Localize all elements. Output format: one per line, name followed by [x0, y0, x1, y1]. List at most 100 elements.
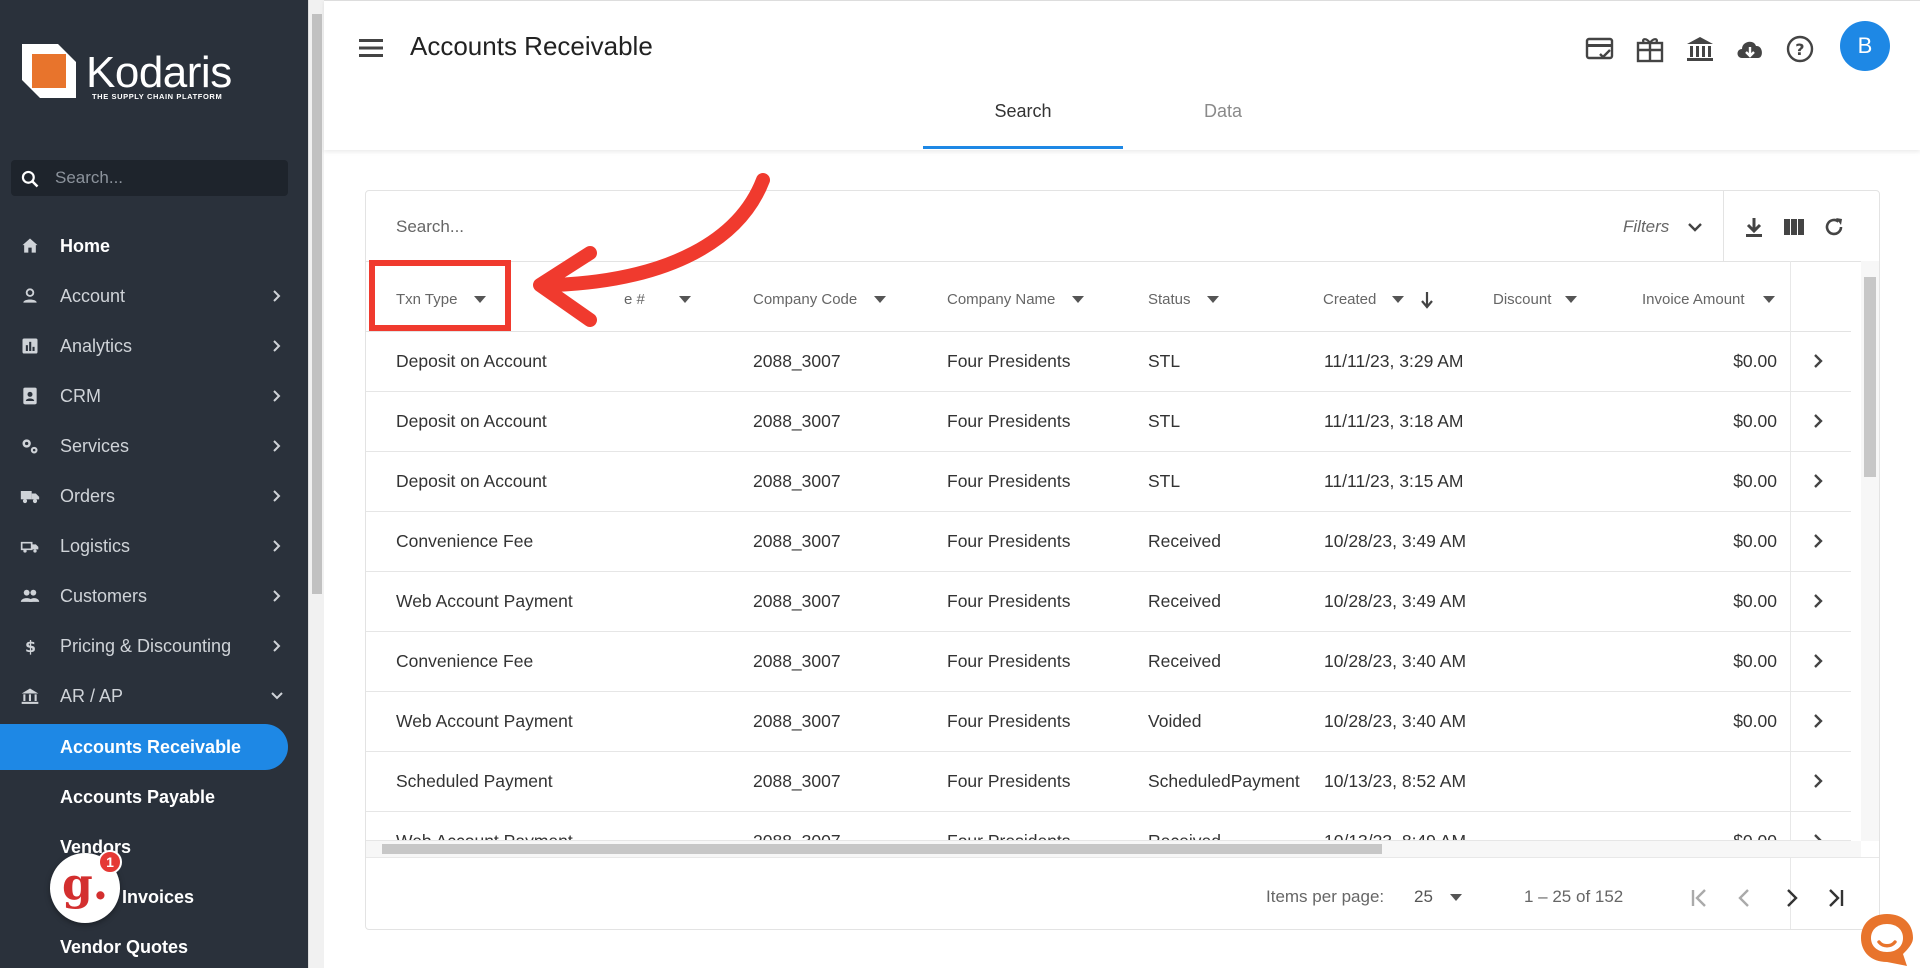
people-icon	[20, 589, 40, 602]
tab-search[interactable]: Search	[923, 101, 1123, 149]
table-row[interactable]: Deposit on Account 2088_3007 Four Presid…	[366, 452, 1851, 512]
top-bar: Accounts Receivable ? B Search Data	[324, 0, 1920, 150]
items-per-page-select[interactable]: 25	[1414, 887, 1433, 907]
chevron-right-icon[interactable]	[1809, 712, 1827, 730]
column-header-company-name[interactable]: Company Name	[947, 291, 1055, 308]
sidebar-item-customers[interactable]: Customers	[0, 576, 308, 616]
cell-company-code: 2088_3007	[753, 831, 841, 841]
table-row[interactable]: Web Account Payment 2088_3007 Four Presi…	[366, 572, 1851, 632]
table-vertical-scrollbar[interactable]	[1861, 261, 1879, 841]
sidebar-item-account[interactable]: Account	[0, 276, 308, 316]
chevron-right-icon[interactable]	[1809, 772, 1827, 790]
caret-down-icon[interactable]	[1072, 296, 1084, 304]
column-header-discount[interactable]: Discount	[1493, 291, 1551, 308]
caret-down-icon[interactable]	[1450, 894, 1462, 902]
cell-company-code: 2088_3007	[753, 411, 841, 431]
sidebar-item-label: Account	[60, 285, 126, 306]
last-page-icon[interactable]	[1823, 885, 1849, 911]
sidebar-subitem-vendors[interactable]: Vendors	[0, 824, 288, 870]
table-horizontal-scrollbar-thumb[interactable]	[382, 844, 1382, 854]
sidebar-subitem-label: Accounts Receivable	[60, 736, 242, 757]
chevron-right-icon[interactable]	[1809, 652, 1827, 670]
chevron-right-icon[interactable]	[1809, 532, 1827, 550]
chat-support-icon[interactable]	[1857, 910, 1917, 968]
table-row[interactable]: Scheduled Payment 2088_3007 Four Preside…	[366, 752, 1851, 812]
sidebar-item-orders[interactable]: Orders	[0, 476, 308, 516]
first-page-icon[interactable]	[1686, 885, 1712, 911]
sidebar-item-pricing-discounting[interactable]: $ Pricing & Discounting	[0, 626, 308, 666]
sidebar-item-ar-ap[interactable]: AR / AP	[0, 676, 308, 716]
help-icon[interactable]: ?	[1784, 33, 1816, 65]
sidebar-subitem-invoices[interactable]: Invoices	[0, 874, 288, 920]
sidebar-item-logistics[interactable]: Logistics	[0, 526, 308, 566]
shipping-icon	[20, 541, 39, 553]
cell-status: ScheduledPayment	[1148, 771, 1300, 791]
download-icon[interactable]	[1742, 215, 1766, 239]
column-header-created[interactable]: Created	[1323, 291, 1376, 308]
previous-page-icon[interactable]	[1732, 885, 1758, 911]
chevron-down-icon[interactable]	[1686, 218, 1704, 236]
gift-icon[interactable]	[1634, 33, 1666, 65]
caret-down-icon[interactable]	[874, 296, 886, 304]
filters-button[interactable]: Filters	[1623, 217, 1669, 237]
caret-down-icon[interactable]	[1207, 296, 1219, 304]
sidebar-item-services[interactable]: Services	[0, 426, 308, 466]
sort-descending-arrow-icon[interactable]	[1420, 291, 1434, 309]
sidebar-scrollbar[interactable]	[308, 0, 324, 968]
sidebar-scrollbar-thumb[interactable]	[312, 14, 322, 594]
table-row[interactable]: Deposit on Account 2088_3007 Four Presid…	[366, 392, 1851, 452]
home-icon	[22, 238, 38, 253]
cell-created: 10/13/23, 8:52 AM	[1324, 771, 1467, 791]
bank-icon[interactable]	[1684, 33, 1716, 65]
next-page-icon[interactable]	[1778, 885, 1804, 911]
sidebar-search-input[interactable]	[55, 160, 275, 196]
search-icon	[21, 170, 39, 188]
cloud-download-icon[interactable]	[1734, 33, 1766, 65]
table-vertical-scrollbar-thumb[interactable]	[1864, 277, 1876, 477]
person-icon	[23, 288, 37, 303]
cell-status: Received	[1148, 591, 1221, 611]
tab-data[interactable]: Data	[1123, 101, 1323, 149]
app-window: Kodaris THE SUPPLY CHAIN PLATFORM Home A…	[0, 0, 1920, 968]
chevron-right-icon	[273, 590, 281, 602]
cell-status: STL	[1148, 471, 1181, 491]
column-header-invoice-amount[interactable]: Invoice Amount	[1642, 291, 1745, 308]
table-row[interactable]: Convenience Fee 2088_3007 Four President…	[366, 512, 1851, 572]
sidebar-item-crm[interactable]: CRM	[0, 376, 308, 416]
table-row[interactable]: Web Account Payment 2088_3007 Four Presi…	[366, 692, 1851, 752]
chevron-right-icon[interactable]	[1809, 592, 1827, 610]
logo-wordmark: Kodaris	[86, 48, 232, 97]
cell-invoice-amount: $0.00	[1733, 531, 1777, 551]
table-row[interactable]: Convenience Fee 2088_3007 Four President…	[366, 632, 1851, 692]
cell-status: STL	[1148, 411, 1181, 431]
cell-txn-type: Convenience Fee	[396, 531, 534, 551]
caret-down-icon[interactable]	[1565, 296, 1577, 304]
cell-created: 10/28/23, 3:40 AM	[1324, 711, 1467, 731]
kodaris-logo[interactable]: Kodaris THE SUPPLY CHAIN PLATFORM	[22, 44, 252, 104]
table-row[interactable]: Web Account Payment 2088_3007 Four Presi…	[366, 812, 1851, 841]
payment-card-icon[interactable]	[1584, 33, 1616, 65]
chevron-right-icon[interactable]	[1809, 352, 1827, 370]
sidebar-subitem-vendor-quotes[interactable]: Vendor Quotes	[0, 924, 288, 968]
sidebar-subitem-label: Invoices	[122, 886, 195, 907]
sidebar-item-analytics[interactable]: Analytics	[0, 326, 308, 366]
sidebar-search[interactable]	[11, 160, 288, 196]
caret-down-icon[interactable]	[1763, 296, 1775, 304]
chevron-right-icon[interactable]	[1809, 472, 1827, 490]
cell-invoice-amount: $0.00	[1733, 831, 1777, 841]
columns-icon[interactable]	[1782, 215, 1806, 239]
user-avatar[interactable]: B	[1840, 21, 1890, 71]
table-horizontal-scrollbar[interactable]	[366, 841, 1861, 857]
sidebar-item-home[interactable]: Home	[0, 226, 308, 266]
chevron-right-icon[interactable]	[1809, 412, 1827, 430]
refresh-icon[interactable]	[1822, 215, 1846, 239]
sidebar-subitem-accounts-payable[interactable]: Accounts Payable	[0, 774, 288, 820]
hamburger-menu-icon[interactable]	[357, 35, 387, 61]
column-header-status[interactable]: Status	[1148, 291, 1191, 308]
caret-down-icon[interactable]	[1392, 296, 1404, 304]
chevron-right-icon	[273, 540, 281, 552]
chevron-right-icon[interactable]	[1809, 832, 1827, 841]
chevron-right-icon	[273, 340, 281, 352]
pagination-range: 1 – 25 of 152	[1524, 887, 1624, 906]
sidebar-subitem-accounts-receivable[interactable]: Accounts Receivable	[0, 724, 288, 770]
